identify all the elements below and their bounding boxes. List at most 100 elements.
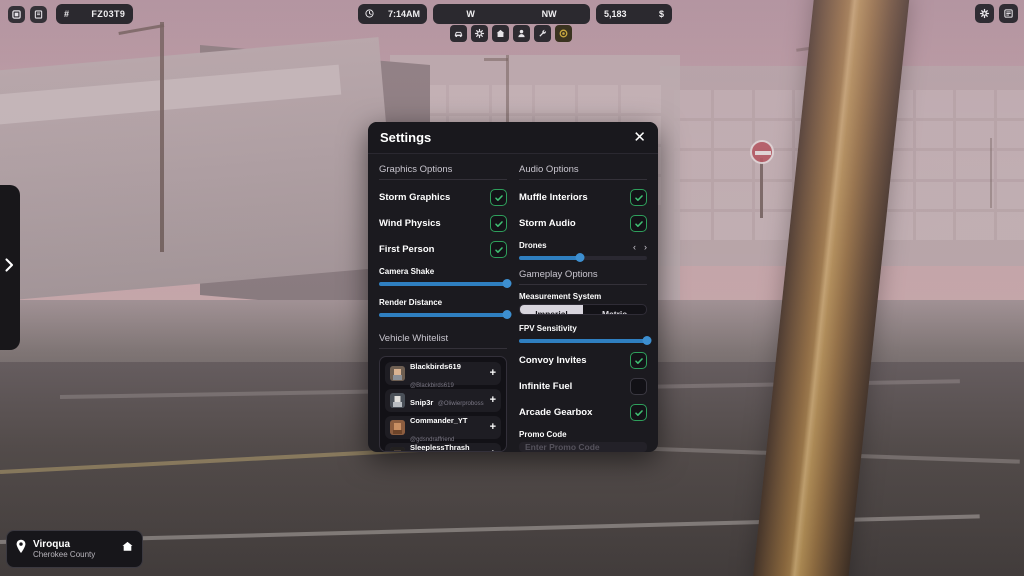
time-value: 7:14AM xyxy=(388,9,421,19)
toggle-wind-physics[interactable]: Wind Physics xyxy=(379,215,507,232)
settings-header: Settings ✕ xyxy=(368,122,658,154)
toggle-arcade-gearbox[interactable]: Arcade Gearbox xyxy=(519,404,647,421)
toggle-label: Arcade Gearbox xyxy=(519,407,593,418)
slider-label-drones: Drones xyxy=(519,241,547,250)
chevron-left-icon[interactable]: ‹ xyxy=(633,242,636,252)
add-player-button[interactable]: + xyxy=(490,368,496,379)
location-widget: Viroqua Cherokee County xyxy=(6,530,143,568)
sidebar-expand-tab[interactable] xyxy=(0,185,20,350)
measurement-system-toggle[interactable]: Imperial Metric xyxy=(519,304,647,315)
slider-drones[interactable] xyxy=(519,253,647,262)
segment-metric[interactable]: Metric xyxy=(583,305,646,314)
audio-section-title: Audio Options xyxy=(519,164,647,180)
gear-icon[interactable] xyxy=(471,25,488,42)
car-icon[interactable] xyxy=(450,25,467,42)
clock-icon xyxy=(365,8,374,20)
list-item[interactable]: Commander_YT @gdsndraffriend + xyxy=(385,416,501,443)
avatar xyxy=(390,447,405,451)
drones-arrows: ‹ › xyxy=(633,242,647,252)
server-code-pill[interactable]: # FZ03T9 xyxy=(56,4,134,24)
measurement-system-label: Measurement System xyxy=(519,292,602,301)
toggle-infinite-fuel[interactable]: Infinite Fuel xyxy=(519,378,647,395)
player-handle: @Oliwierproboss xyxy=(437,400,484,407)
slider-render-distance[interactable] xyxy=(379,310,512,320)
map-pin-icon xyxy=(15,539,27,559)
money-pill: 5,183 $ xyxy=(596,4,673,24)
slider-knob[interactable] xyxy=(575,253,585,262)
toggle-label: First Person xyxy=(379,244,435,255)
checkbox-checked-icon[interactable] xyxy=(490,189,507,206)
toggle-label: Muffle Interiors xyxy=(519,192,588,203)
checkbox-unchecked-icon[interactable] xyxy=(630,378,647,395)
checkbox-checked-icon[interactable] xyxy=(630,215,647,232)
leaderboard-icon[interactable] xyxy=(999,4,1018,23)
promo-code-label: Promo Code xyxy=(519,430,567,439)
badge-icon[interactable] xyxy=(555,25,572,42)
person-icon[interactable] xyxy=(513,25,530,42)
whitelist-section-title: Vehicle Whitelist xyxy=(379,333,507,349)
compass-heading-left: W xyxy=(466,9,475,19)
gameplay-section-title: Gameplay Options xyxy=(519,269,647,285)
player-info: Blackbirds619 @Blackbirds619 xyxy=(410,357,485,391)
slider-knob[interactable] xyxy=(642,336,652,345)
slider-camera-shake[interactable] xyxy=(379,279,512,289)
wrench-icon[interactable] xyxy=(534,25,551,42)
slider-label-camera-shake: Camera Shake xyxy=(379,267,435,276)
checkbox-checked-icon[interactable] xyxy=(490,241,507,258)
toggle-label: Storm Graphics xyxy=(379,192,451,203)
toggle-convoy-invites[interactable]: Convoy Invites xyxy=(519,352,647,369)
close-icon[interactable]: ✕ xyxy=(633,130,646,145)
promo-code-input[interactable]: Enter Promo Code xyxy=(519,442,647,452)
avatar xyxy=(390,393,405,408)
player-name: Blackbirds619 xyxy=(410,361,461,371)
toggle-first-person[interactable]: First Person xyxy=(379,241,507,258)
home-icon[interactable] xyxy=(121,540,134,558)
window-icon[interactable] xyxy=(8,5,25,23)
avatar xyxy=(390,420,405,435)
slider-fill xyxy=(519,339,647,343)
add-player-button[interactable]: + xyxy=(490,395,496,406)
street-lamp-pole xyxy=(990,138,992,208)
slider-label-fpv-sensitivity: FPV Sensitivity xyxy=(519,324,577,333)
slider-fill xyxy=(379,313,507,317)
chevron-right-icon[interactable]: › xyxy=(644,242,647,252)
list-item[interactable]: Snip3r @Oliwierproboss + xyxy=(385,389,501,412)
checkbox-checked-icon[interactable] xyxy=(490,215,507,232)
hud-top-center: 7:14AM W NW 5,183 $ xyxy=(358,4,673,24)
settings-right-column: Audio Options Muffle Interiors Storm Aud… xyxy=(519,164,652,452)
house-icon[interactable] xyxy=(492,25,509,42)
settings-left-column: Graphics Options Storm Graphics Wind Phy… xyxy=(379,164,512,452)
list-item[interactable]: Blackbirds619 @Blackbirds619 + xyxy=(385,362,501,389)
toggle-muffle-interiors[interactable]: Muffle Interiors xyxy=(519,189,647,206)
slider-fill xyxy=(379,282,507,286)
slider-fpv-sensitivity[interactable] xyxy=(519,336,652,345)
street-lamp-arm xyxy=(484,58,508,61)
server-code-value: FZ03T9 xyxy=(91,9,126,19)
toggle-label: Storm Audio xyxy=(519,218,576,229)
location-county: Cherokee County xyxy=(33,550,96,560)
add-player-button[interactable]: + xyxy=(490,449,496,452)
graphics-section-title: Graphics Options xyxy=(379,164,507,180)
checkbox-checked-icon[interactable] xyxy=(630,189,647,206)
toggle-storm-audio[interactable]: Storm Audio xyxy=(519,215,647,232)
settings-body: Graphics Options Storm Graphics Wind Phy… xyxy=(368,154,658,452)
vehicle-whitelist-list[interactable]: Blackbirds619 @Blackbirds619 + Snip3r @O… xyxy=(379,356,507,452)
player-name: Snip3r xyxy=(410,397,434,407)
street-lamp-pole xyxy=(160,22,164,252)
compass-heading-right: NW xyxy=(541,9,557,19)
segment-imperial[interactable]: Imperial xyxy=(520,305,583,314)
slider-knob[interactable] xyxy=(502,279,512,288)
player-info: SleeplessThrash @SleeplessThrash xyxy=(410,437,485,451)
money-value: 5,183 xyxy=(604,9,627,19)
compass-pill: W NW xyxy=(433,4,591,24)
slider-knob[interactable] xyxy=(502,310,512,319)
add-player-button[interactable]: + xyxy=(490,422,496,433)
checkbox-checked-icon[interactable] xyxy=(630,404,647,421)
list-item[interactable]: SleeplessThrash @SleeplessThrash + xyxy=(385,443,501,452)
checkbox-checked-icon[interactable] xyxy=(630,352,647,369)
settings-gear-icon[interactable] xyxy=(975,4,994,23)
toggle-label: Convoy Invites xyxy=(519,355,587,366)
notes-icon[interactable] xyxy=(30,5,47,23)
toggle-storm-graphics[interactable]: Storm Graphics xyxy=(379,189,507,206)
chevron-right-icon xyxy=(4,257,15,278)
